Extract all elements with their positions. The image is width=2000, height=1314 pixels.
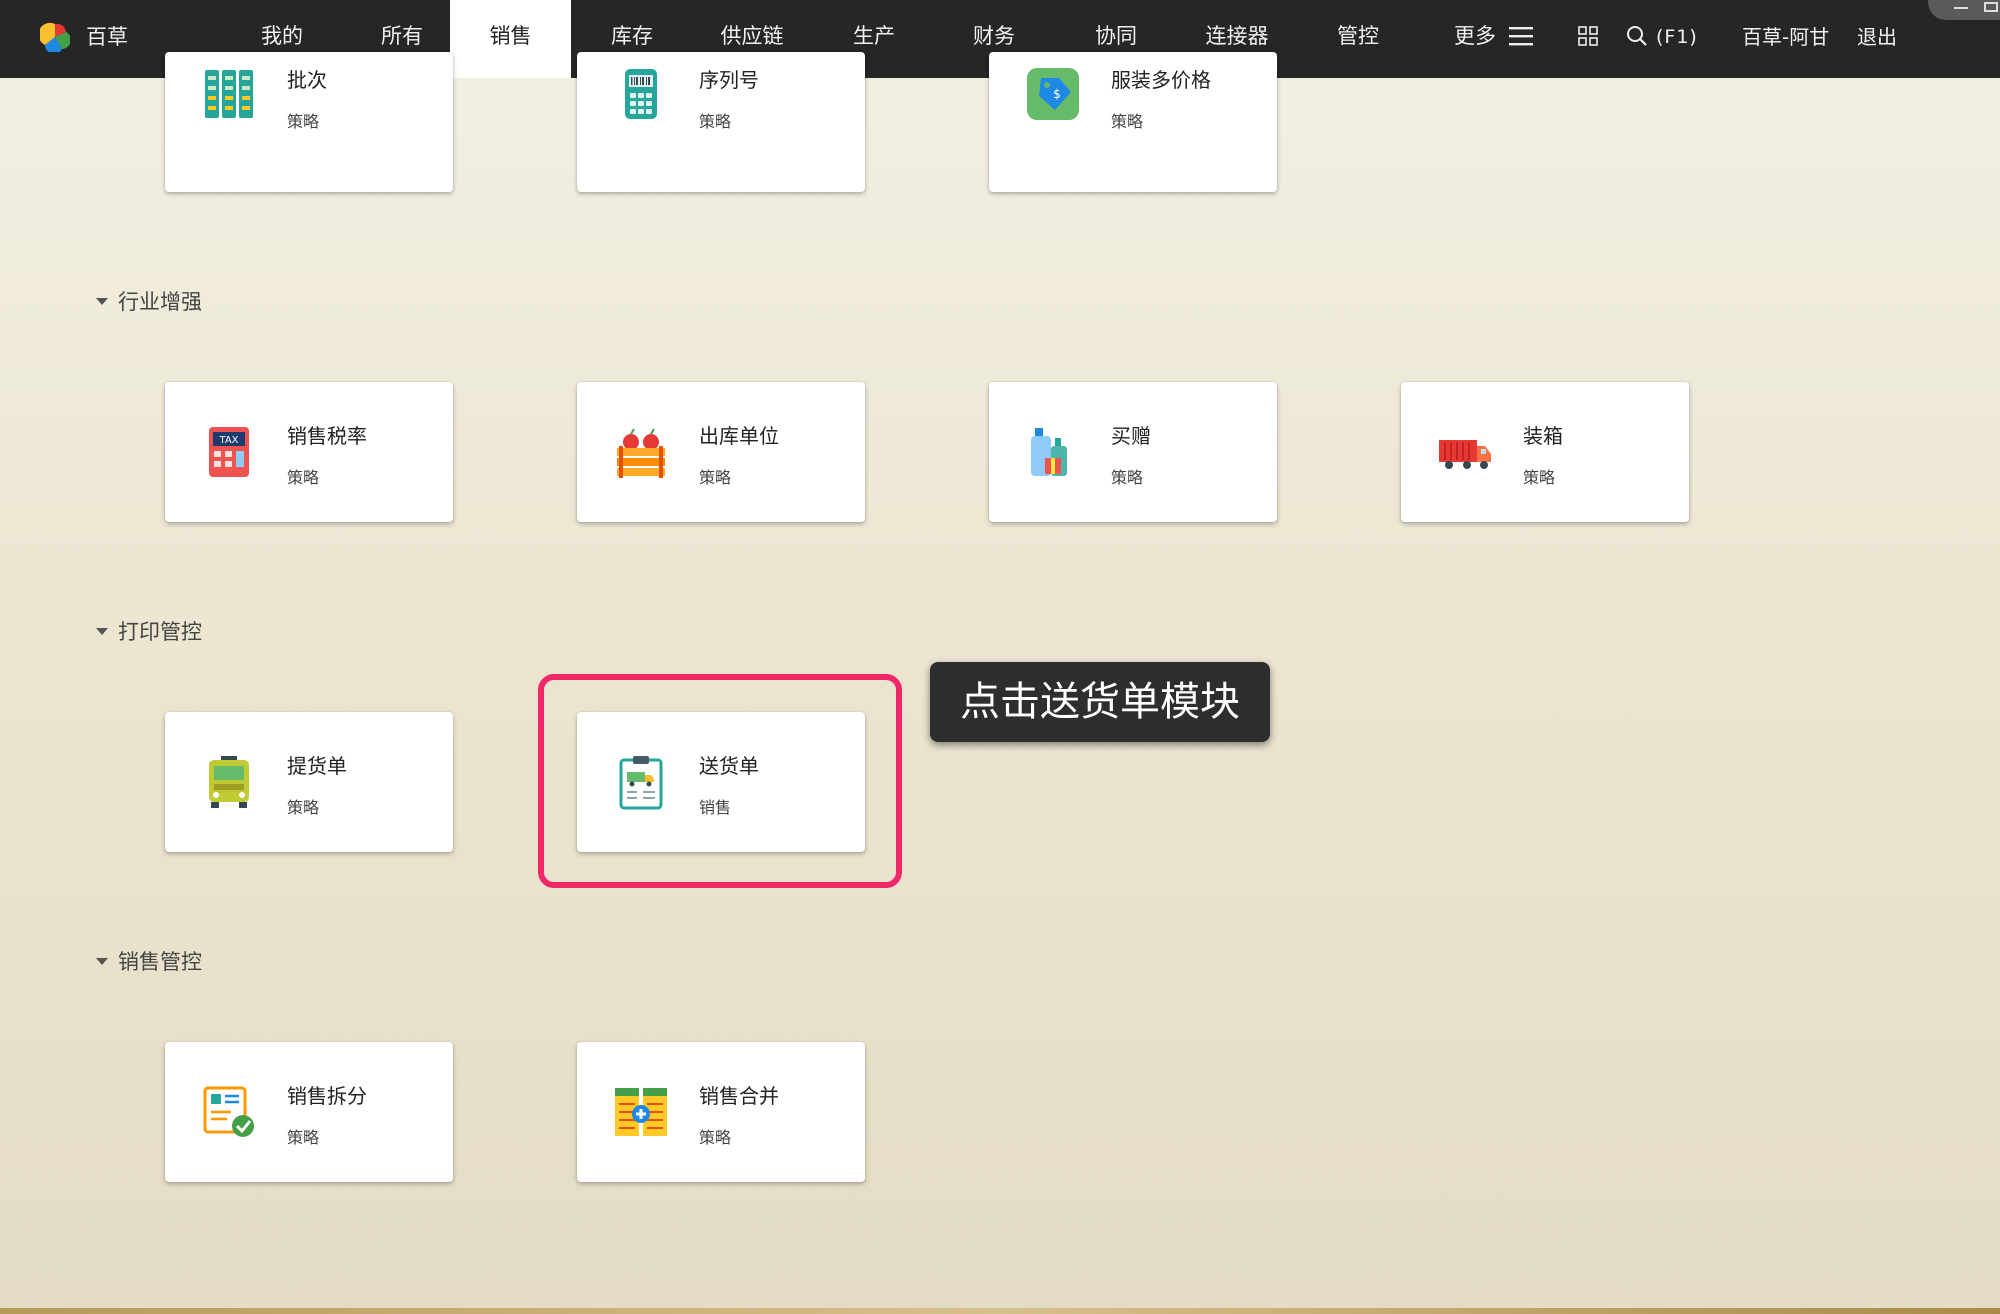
module-card-pickup-order[interactable]: 提货单 策略 (165, 712, 453, 852)
module-title: 销售拆分 (287, 1084, 367, 1108)
svg-text:$: $ (1053, 87, 1061, 101)
module-card-sales-merge[interactable]: 销售合并 策略 (577, 1042, 865, 1182)
serial-scanner-icon (625, 69, 657, 119)
merge-sheet-icon (615, 1088, 667, 1136)
module-card-serial-number[interactable]: 序列号 策略 (577, 52, 865, 192)
minimize-icon[interactable] (1954, 7, 1968, 9)
gift-bottles-icon (1031, 428, 1067, 476)
module-card-sales-tax-rate[interactable]: TAX 销售税率 策略 (165, 382, 453, 522)
module-card-buy-and-gift[interactable]: 买赠 策略 (989, 382, 1277, 522)
module-category: 策略 (699, 112, 732, 131)
tax-calculator-icon: TAX (209, 427, 249, 477)
module-title: 提货单 (287, 754, 347, 778)
module-category: 策略 (1111, 468, 1144, 487)
price-tag-icon: $ (1027, 68, 1079, 120)
nav-tab-control[interactable]: 管控 (1308, 0, 1408, 78)
batch-icon (205, 70, 253, 118)
bus-icon (209, 756, 249, 808)
section-title: 行业增强 (118, 290, 202, 314)
module-category: 策略 (287, 798, 320, 817)
fruit-crate-icon (617, 428, 665, 478)
caret-down-icon (96, 957, 108, 965)
search-icon[interactable] (1626, 25, 1648, 47)
apps-grid-icon[interactable] (1578, 26, 1598, 46)
module-title: 出库单位 (699, 424, 779, 448)
caret-down-icon (96, 297, 108, 305)
app-brand[interactable]: 百草 (86, 22, 128, 52)
bottom-decorative-strip (0, 1308, 2000, 1314)
truck-icon (1439, 440, 1491, 469)
user-name[interactable]: 百草-阿甘 (1742, 22, 1829, 52)
tax-label: TAX (218, 435, 238, 446)
module-card-outbound-unit[interactable]: 出库单位 策略 (577, 382, 865, 522)
tutorial-highlight-frame (538, 674, 902, 888)
section-header-industry-enhancement[interactable]: 行业增强 (96, 286, 202, 316)
search-shortcut-hint[interactable]: (F1) (1656, 22, 1698, 52)
module-category: 策略 (287, 468, 320, 487)
document-check-icon (203, 1086, 254, 1137)
module-title: 装箱 (1523, 424, 1563, 448)
window-controls (1928, 0, 2000, 20)
section-header-print-control[interactable]: 打印管控 (96, 616, 202, 646)
module-category: 策略 (699, 468, 732, 487)
caret-down-icon (96, 627, 108, 635)
logout-link[interactable]: 退出 (1857, 22, 1897, 52)
module-category: 策略 (287, 1128, 320, 1147)
module-card-sales-split[interactable]: 销售拆分 策略 (165, 1042, 453, 1182)
module-category: 策略 (699, 1128, 732, 1147)
section-title: 打印管控 (118, 620, 202, 644)
module-title: 序列号 (699, 68, 759, 92)
module-title: 销售税率 (287, 424, 367, 448)
module-title: 批次 (287, 68, 327, 92)
module-title: 服装多价格 (1111, 68, 1211, 92)
tutorial-tooltip: 点击送货单模块 (930, 662, 1270, 742)
hamburger-menu-icon[interactable] (1508, 24, 1534, 48)
section-header-sales-control[interactable]: 销售管控 (96, 946, 202, 976)
module-card-batch[interactable]: 批次 策略 (165, 52, 453, 192)
app-logo-icon (40, 22, 70, 52)
module-card-apparel-multi-price[interactable]: $ 服装多价格 策略 (989, 52, 1277, 192)
module-title: 销售合并 (699, 1084, 779, 1108)
module-card-packing[interactable]: 装箱 策略 (1401, 382, 1689, 522)
maximize-icon[interactable] (1984, 2, 1998, 12)
module-title: 买赠 (1111, 424, 1151, 448)
module-category: 策略 (1111, 112, 1144, 131)
nav-tab-sales[interactable]: 销售 (450, 0, 571, 78)
nav-tab-more[interactable]: 更多 (1442, 0, 1508, 78)
module-category: 策略 (1523, 468, 1556, 487)
module-category: 策略 (287, 112, 320, 131)
section-title: 销售管控 (118, 950, 202, 974)
